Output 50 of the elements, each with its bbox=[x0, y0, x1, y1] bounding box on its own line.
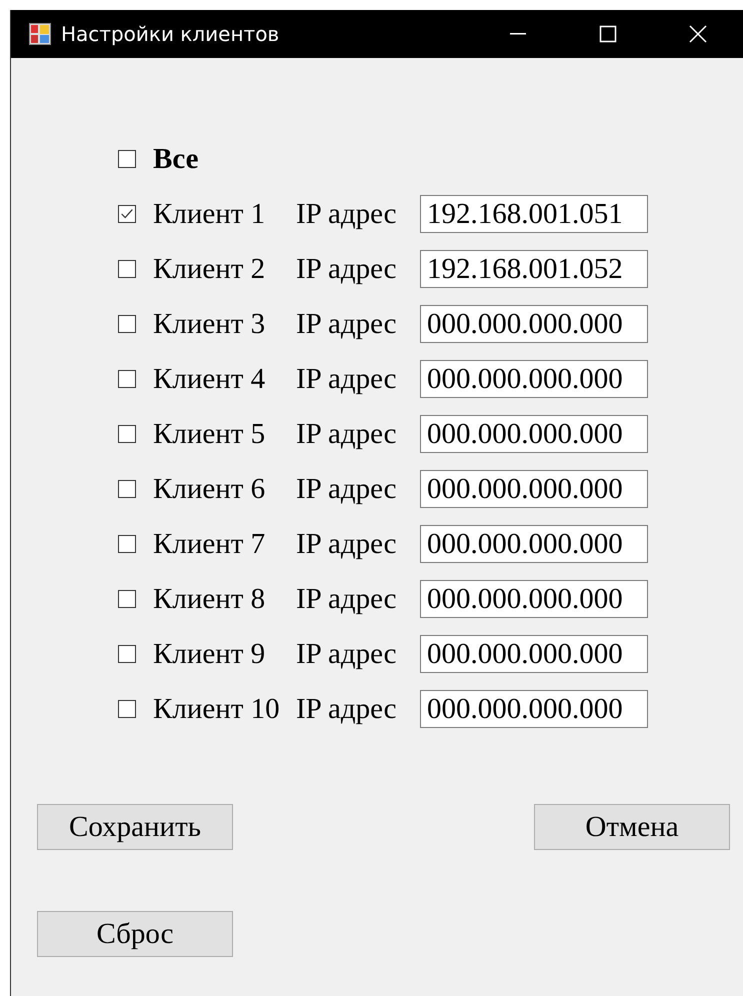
all-checkbox[interactable] bbox=[118, 150, 136, 168]
ip-field[interactable]: 192.168.001.052 bbox=[420, 250, 648, 288]
client-checkbox[interactable] bbox=[118, 480, 136, 498]
window-title: Настройки клиентов bbox=[61, 22, 280, 46]
ip-field[interactable]: 000.000.000.000 bbox=[420, 360, 648, 398]
ip-field[interactable]: 000.000.000.000 bbox=[420, 415, 648, 453]
reset-button[interactable]: Сброс bbox=[37, 911, 233, 957]
ip-label: IP адрес bbox=[296, 638, 398, 670]
client-checkbox[interactable] bbox=[118, 370, 136, 388]
ip-label: IP адрес bbox=[296, 308, 398, 340]
ip-field[interactable]: 192.168.001.051 bbox=[420, 195, 648, 233]
ip-field[interactable]: 000.000.000.000 bbox=[420, 470, 648, 508]
ip-field[interactable]: 000.000.000.000 bbox=[420, 580, 648, 618]
client-label: Клиент 10 bbox=[153, 692, 281, 726]
ip-label: IP адрес bbox=[296, 198, 398, 230]
client-label: Клиент 8 bbox=[153, 582, 266, 616]
ip-field[interactable]: 000.000.000.000 bbox=[420, 525, 648, 563]
client-checkbox[interactable] bbox=[118, 535, 136, 553]
cancel-button[interactable]: Отмена bbox=[534, 804, 730, 850]
minimize-icon bbox=[510, 33, 526, 35]
client-checkbox[interactable] bbox=[118, 205, 136, 223]
client-label: Клиент 2 bbox=[153, 252, 266, 286]
ip-field[interactable]: 000.000.000.000 bbox=[420, 305, 648, 343]
client-label: Клиент 5 bbox=[153, 418, 266, 450]
ip-field[interactable]: 000.000.000.000 bbox=[420, 690, 648, 728]
ip-field[interactable]: 000.000.000.000 bbox=[420, 635, 648, 673]
client-label: Клиент 1 bbox=[153, 198, 266, 230]
ip-label: IP адрес bbox=[296, 418, 398, 450]
client-label: Клиент 6 bbox=[153, 472, 266, 506]
client-label: Клиент 4 bbox=[153, 362, 266, 396]
maximize-icon bbox=[598, 24, 618, 44]
client-checkbox[interactable] bbox=[118, 315, 136, 333]
client-checkbox[interactable] bbox=[118, 590, 136, 608]
client-checkbox[interactable] bbox=[118, 260, 136, 278]
client-label: Клиент 7 bbox=[153, 528, 266, 560]
save-button[interactable]: Сохранить bbox=[37, 804, 233, 850]
ip-label: IP адрес bbox=[296, 252, 398, 286]
client-checkbox[interactable] bbox=[118, 425, 136, 443]
client-checkbox[interactable] bbox=[118, 700, 136, 718]
ip-label: IP адрес bbox=[296, 472, 398, 506]
client-checkbox[interactable] bbox=[118, 645, 136, 663]
close-icon bbox=[688, 24, 708, 44]
all-label: Все bbox=[153, 142, 200, 176]
client-label: Клиент 3 bbox=[153, 308, 266, 340]
ip-label: IP адрес bbox=[296, 528, 398, 560]
app-icon bbox=[29, 23, 51, 45]
ip-label: IP адрес bbox=[296, 362, 398, 396]
client-label: Клиент 9 bbox=[153, 638, 266, 670]
ip-label: IP адрес bbox=[296, 692, 398, 726]
ip-label: IP адрес bbox=[296, 582, 398, 616]
